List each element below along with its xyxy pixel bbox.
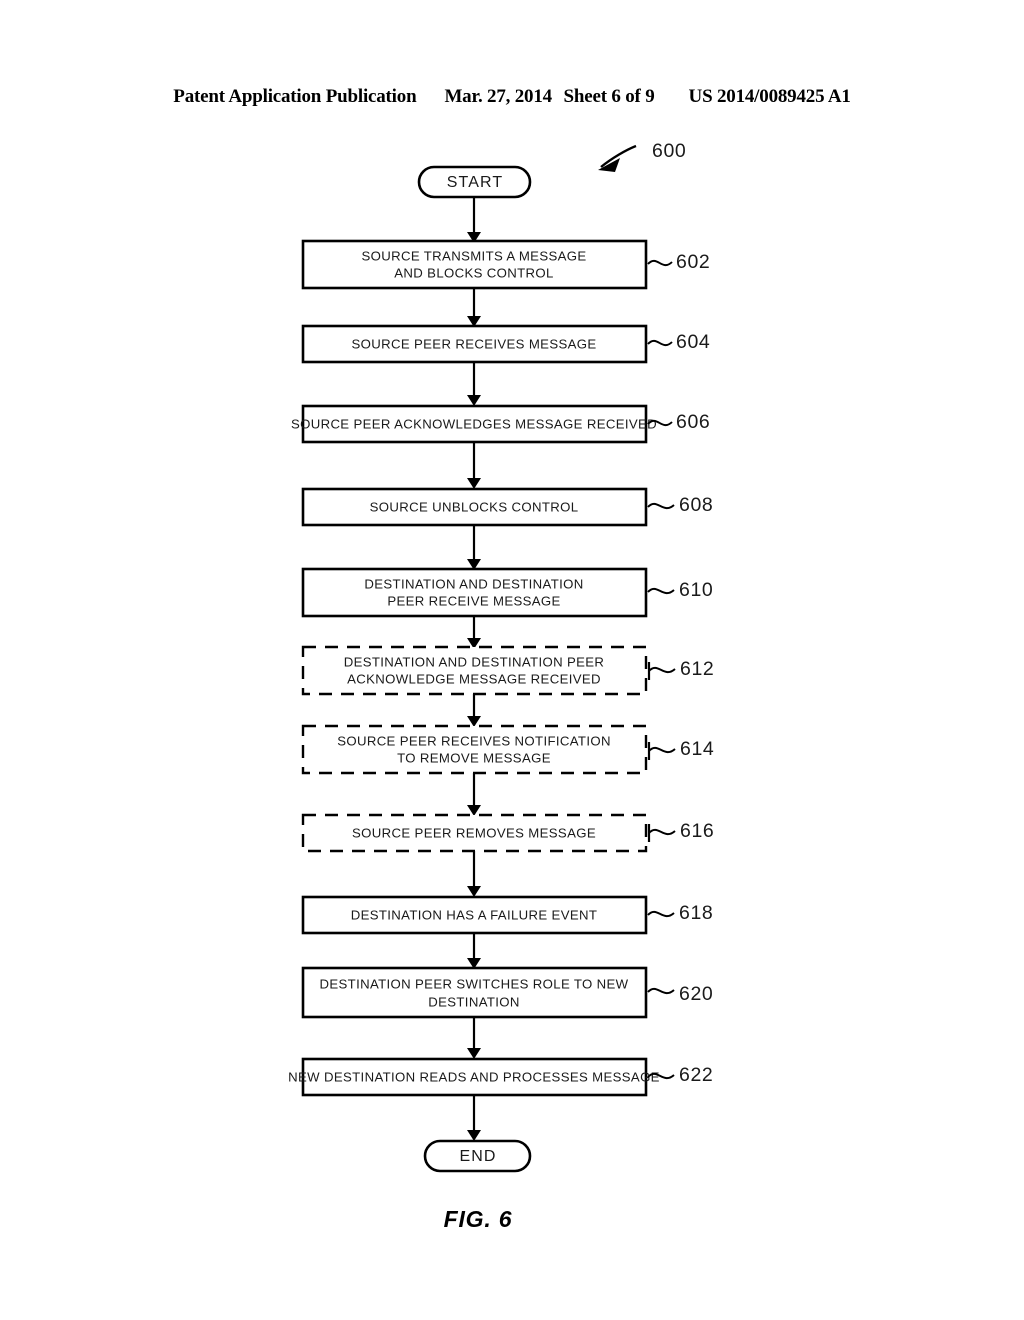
step-616-line-1: SOURCE PEER REMOVES MESSAGE [352,825,596,840]
connector-614-to-616 [467,773,481,816]
connector-616-to-618 [467,851,481,897]
end-node-label: END [459,1148,496,1165]
step-620-line-2: DESTINATION [428,994,520,1009]
step-606-reference-number: 606 [676,411,710,433]
flowchart-step-612: DESTINATION AND DESTINATION PEER ACKNOWL… [301,645,714,696]
step-614-line-2: TO REMOVE MESSAGE [397,750,551,765]
connector-608-to-610 [467,525,481,570]
step-614-line-1: SOURCE PEER RECEIVES NOTIFICATION [337,733,611,748]
step-608-reference-number: 608 [679,494,713,516]
callout-arrow-line [600,144,637,168]
step-604-line-1: SOURCE PEER RECEIVES MESSAGE [351,336,596,351]
step-616-reference-number: 616 [680,820,714,842]
step-610-line-2: PEER RECEIVE MESSAGE [387,593,560,608]
connector-612-to-614 [467,694,481,727]
flowchart-canvas: 600 START SOURCE TRANSMITS A MESSAGE AND… [288,140,714,1232]
step-612-line-1: DESTINATION AND DESTINATION PEER [344,654,605,669]
step-622-reference-number: 622 [679,1064,713,1086]
connector-610-to-612 [467,616,481,649]
flowchart-step-604: SOURCE PEER RECEIVES MESSAGE 604 [301,324,710,364]
flowchart-step-616: SOURCE PEER REMOVES MESSAGE 616 [301,813,714,853]
flowchart-step-606: SOURCE PEER ACKNOWLEDGES MESSAGE RECEIVE… [291,404,710,444]
step-620-reference-number: 620 [679,983,713,1005]
arrowhead-icon [467,1130,481,1141]
step-612-reference-number: 612 [680,658,714,680]
flowchart-step-620: DESTINATION PEER SWITCHES ROLE TO NEW DE… [301,966,713,1019]
connector-602-to-604 [467,288,481,327]
step-610-reference-number: 610 [679,579,713,601]
connector-604-to-606 [467,362,481,406]
step-612-leader [648,666,676,674]
step-604-reference-number: 604 [676,331,710,353]
step-620-box [301,966,648,1019]
connector-606-to-608 [467,442,481,489]
step-608-leader [647,502,675,510]
step-602-reference-number: 602 [676,251,710,273]
flowchart-node-start: START [417,165,532,199]
step-618-line-1: DESTINATION HAS A FAILURE EVENT [351,907,598,922]
diagram-reference-callout: 600 [598,140,686,172]
arrowhead-icon [467,395,481,406]
step-602-leader [647,259,673,267]
step-616-leader [648,828,676,836]
connector-618-to-620 [467,933,481,969]
figure-caption: FIG. 6 [444,1206,513,1232]
step-614-leader [648,746,676,754]
step-622-line-1: NEW DESTINATION READS AND PROCESSES MESS… [288,1069,660,1084]
flowchart-step-610: DESTINATION AND DESTINATION PEER RECEIVE… [301,567,713,618]
step-610-leader [647,587,675,595]
step-618-reference-number: 618 [679,902,713,924]
step-608-line-1: SOURCE UNBLOCKS CONTROL [370,499,579,514]
step-602-line-2: AND BLOCKS CONTROL [394,265,553,280]
step-606-line-1: SOURCE PEER ACKNOWLEDGES MESSAGE RECEIVE… [291,416,657,431]
flowchart-step-622: NEW DESTINATION READS AND PROCESSES MESS… [288,1057,713,1097]
flowchart-step-608: SOURCE UNBLOCKS CONTROL 608 [301,487,713,527]
step-612-line-2: ACKNOWLEDGE MESSAGE RECEIVED [347,671,601,686]
flowchart-step-618: DESTINATION HAS A FAILURE EVENT 618 [301,895,713,935]
flowchart-diagram: 600 START SOURCE TRANSMITS A MESSAGE AND… [0,0,1024,1320]
step-614-reference-number: 614 [680,738,714,760]
flowchart-step-602: SOURCE TRANSMITS A MESSAGE AND BLOCKS CO… [301,239,710,290]
step-618-leader [647,910,675,918]
arrowhead-icon [467,478,481,489]
connector-start-to-602 [467,197,481,243]
arrowhead-icon [467,1048,481,1059]
flowchart-node-end: END [423,1139,532,1173]
diagram-reference-number: 600 [652,140,686,162]
connector-622-to-end [467,1095,481,1141]
step-602-line-1: SOURCE TRANSMITS A MESSAGE [361,248,586,263]
step-620-leader [647,987,675,995]
step-620-line-1: DESTINATION PEER SWITCHES ROLE TO NEW [320,976,629,991]
arrowhead-icon [467,886,481,897]
step-610-line-1: DESTINATION AND DESTINATION [364,576,583,591]
connector-620-to-622 [467,1017,481,1059]
step-604-leader [647,339,673,347]
start-node-label: START [447,174,503,191]
flowchart-step-614: SOURCE PEER RECEIVES NOTIFICATION TO REM… [301,724,714,775]
